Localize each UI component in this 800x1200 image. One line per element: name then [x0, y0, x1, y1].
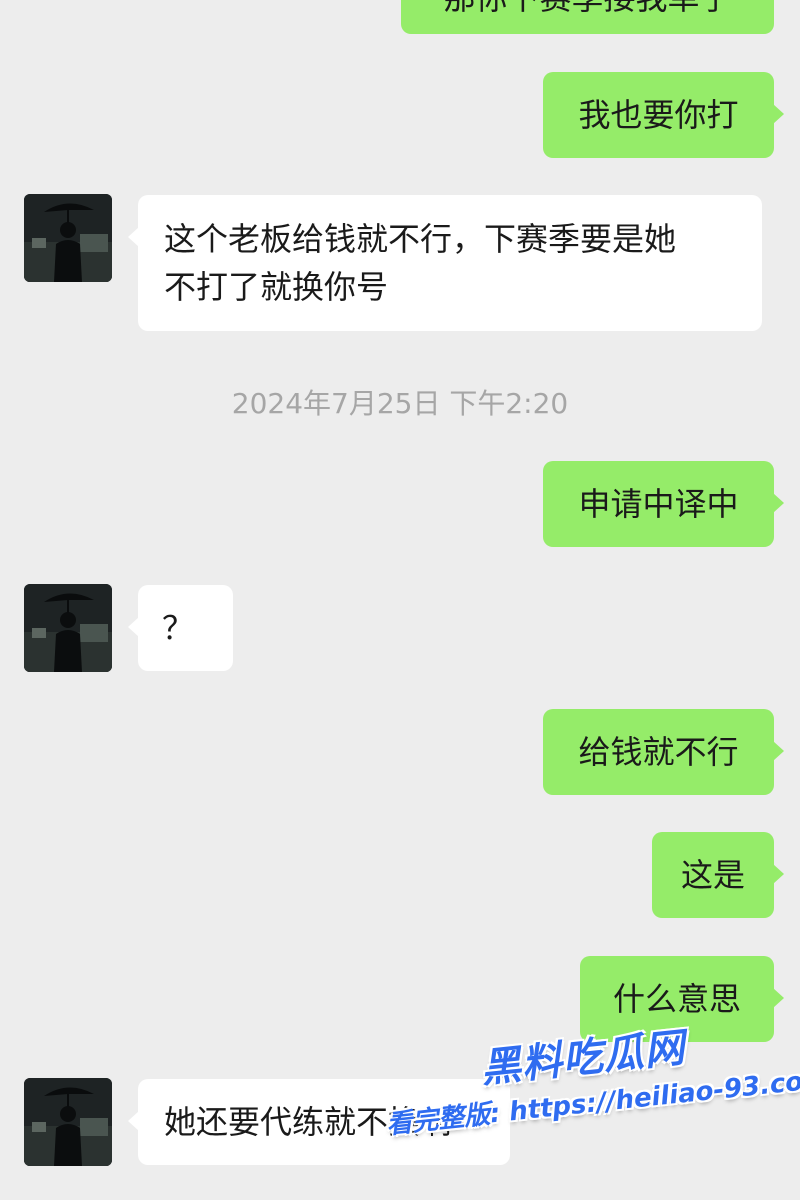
message-bubble-incoming[interactable]: 她还要代练就不换啊	[128, 1079, 510, 1165]
contact-avatar[interactable]	[24, 584, 112, 672]
message-text: ？	[162, 609, 195, 647]
message-bubble-outgoing-partial[interactable]: 那你下赛季接我单子	[401, 0, 774, 34]
message-text: 给钱就不行	[578, 733, 739, 771]
message-bubble-incoming[interactable]: ？	[128, 585, 233, 671]
message-bubble-outgoing[interactable]: 这是	[652, 832, 784, 918]
message-bubble-outgoing[interactable]: 给钱就不行	[543, 709, 784, 795]
message-text: 什么意思	[612, 980, 741, 1018]
message-bubble-outgoing[interactable]: 申请中译中	[543, 461, 784, 547]
person-with-umbrella-avatar-icon	[24, 584, 112, 672]
message-text-line: 这个老板给钱就不行，下赛季要是她	[164, 220, 677, 258]
contact-avatar[interactable]	[24, 194, 112, 282]
message-text: 我也要你打	[578, 96, 739, 134]
message-bubble-outgoing[interactable]: 什么意思	[580, 956, 784, 1042]
message-text: 她还要代练就不换啊	[164, 1103, 453, 1141]
person-with-umbrella-avatar-icon	[24, 194, 112, 282]
message-bubble-incoming[interactable]: 这个老板给钱就不行，下赛季要是她 不打了就换你号	[128, 195, 762, 331]
watermark-url: https://heiliao-93.com	[507, 1063, 800, 1128]
message-text: 那你下赛季接我单子	[443, 0, 731, 17]
person-with-umbrella-avatar-icon	[24, 1078, 112, 1166]
message-text: 这是	[680, 856, 745, 894]
message-text-line: 不打了就换你号	[164, 268, 389, 306]
contact-avatar[interactable]	[24, 1078, 112, 1166]
message-text: 申请中译中	[578, 485, 739, 523]
message-bubble-outgoing[interactable]: 我也要你打	[543, 72, 784, 158]
chat-timestamp: 2024年7月25日 下午2:20	[231, 387, 569, 420]
